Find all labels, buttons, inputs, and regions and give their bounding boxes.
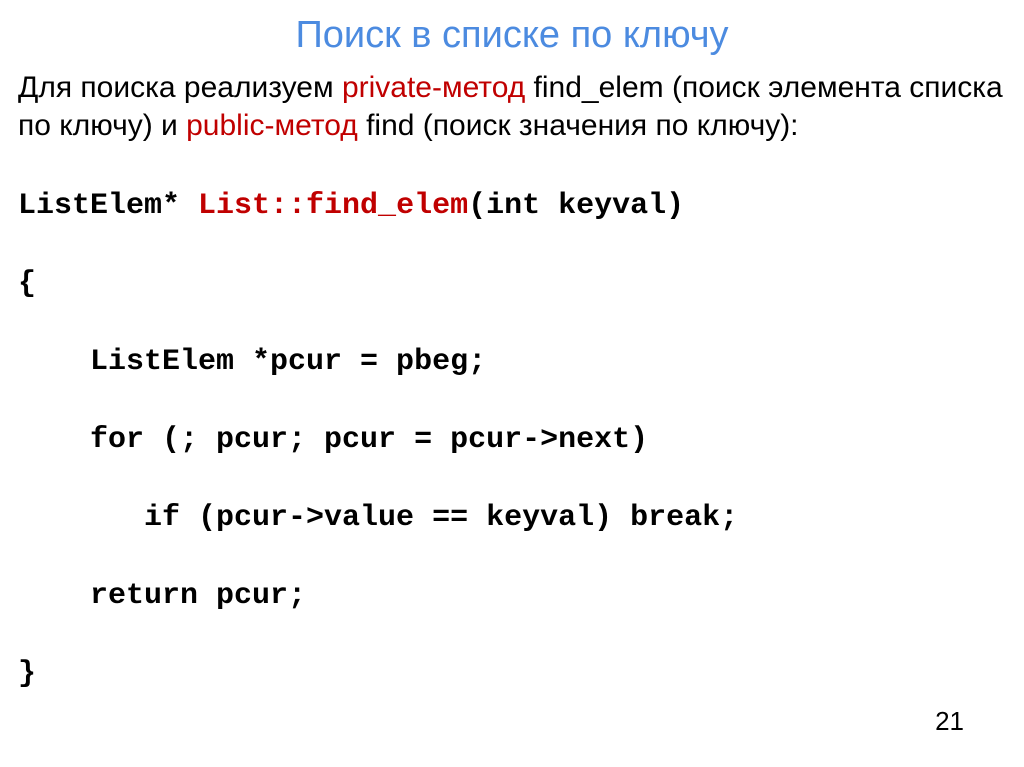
code-line: return pcur; (18, 577, 1006, 616)
page-number: 21 (935, 706, 964, 737)
code-block-find-elem: ListElem* List::find_elem(int keyval) { … (18, 148, 1006, 733)
code-text: (int keyval) (468, 189, 684, 223)
intro-keyword-private: private-метод (342, 71, 525, 104)
code-line: { (18, 265, 1006, 304)
intro-paragraph: Для поиска реализуем private-метод find_… (18, 69, 1006, 144)
code-text: ListElem* (18, 189, 198, 223)
intro-keyword-public: public-метод (186, 109, 358, 142)
slide: Поиск в списке по ключу Для поиска реали… (0, 0, 1024, 767)
code-line: for (; pcur; pcur = pcur->next) (18, 421, 1006, 460)
code-line: ListElem *pcur = pbeg; (18, 343, 1006, 382)
spacer (18, 733, 1006, 743)
code-line: } (18, 655, 1006, 694)
code-function-name: List::find_elem (198, 189, 468, 223)
page-title: Поиск в списке по ключу (18, 14, 1006, 57)
intro-part1: Для поиска реализуем (18, 71, 342, 104)
code-block-find: int List::find(int keyval) { ListElem *p… (18, 743, 1006, 767)
code-line: if (pcur->value == keyval) break; (18, 499, 1006, 538)
code-line: ListElem* List::find_elem(int keyval) (18, 187, 1006, 226)
intro-part3: find (поиск значения по ключу): (358, 109, 799, 142)
